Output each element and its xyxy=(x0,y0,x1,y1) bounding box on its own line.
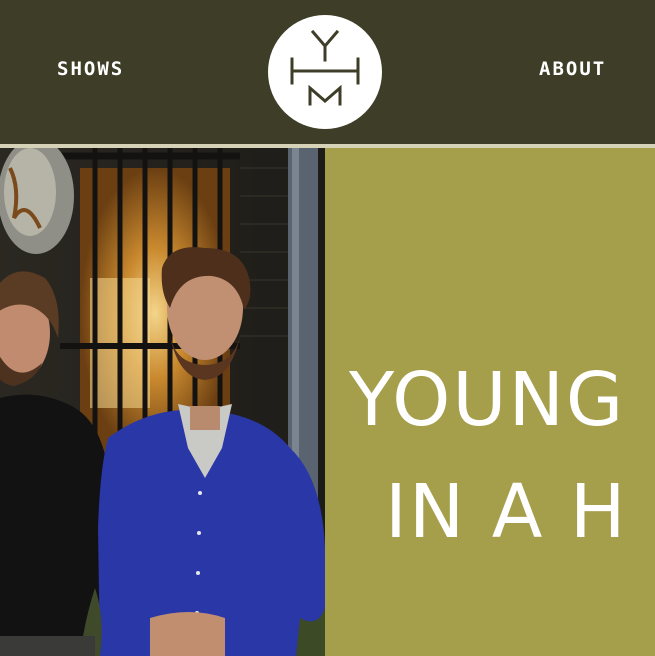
hero-title-line2: IN A H xyxy=(385,469,628,555)
hero-photo xyxy=(0,148,325,656)
band-photo-image xyxy=(0,148,325,656)
nav-link-shows[interactable]: SHOWS xyxy=(57,58,124,80)
site-header: SHOWS ABOUT xyxy=(0,0,655,144)
hero-title: YOUNG IN A H xyxy=(349,344,655,568)
hero-title-line1: YOUNG xyxy=(349,357,626,443)
hero-panel: YOUNG IN A H xyxy=(325,148,655,656)
ymh-monogram-icon xyxy=(290,29,360,106)
site-logo[interactable] xyxy=(268,15,382,129)
nav-link-about[interactable]: ABOUT xyxy=(539,58,606,80)
photo-caption-tab xyxy=(0,636,95,656)
